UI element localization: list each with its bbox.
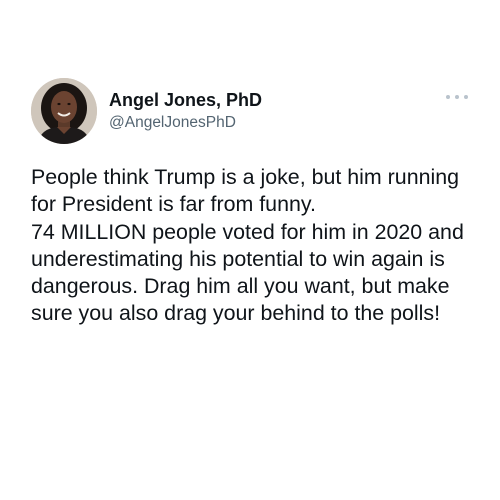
tweet-card: Angel Jones, PhD @AngelJonesPhD People t… <box>0 0 500 500</box>
tweet-text: People think Trump is a joke, but him ru… <box>31 165 464 326</box>
more-dot <box>446 95 450 99</box>
author-handle[interactable]: @AngelJonesPhD <box>109 113 262 133</box>
author-avatar[interactable] <box>31 78 97 144</box>
author-display-name[interactable]: Angel Jones, PhD <box>109 89 262 111</box>
author-info: Angel Jones, PhD @AngelJonesPhD <box>109 89 262 133</box>
more-options-icon[interactable] <box>446 90 468 104</box>
profile-photo-icon <box>31 78 97 144</box>
more-dot <box>455 95 459 99</box>
more-dot <box>464 95 468 99</box>
